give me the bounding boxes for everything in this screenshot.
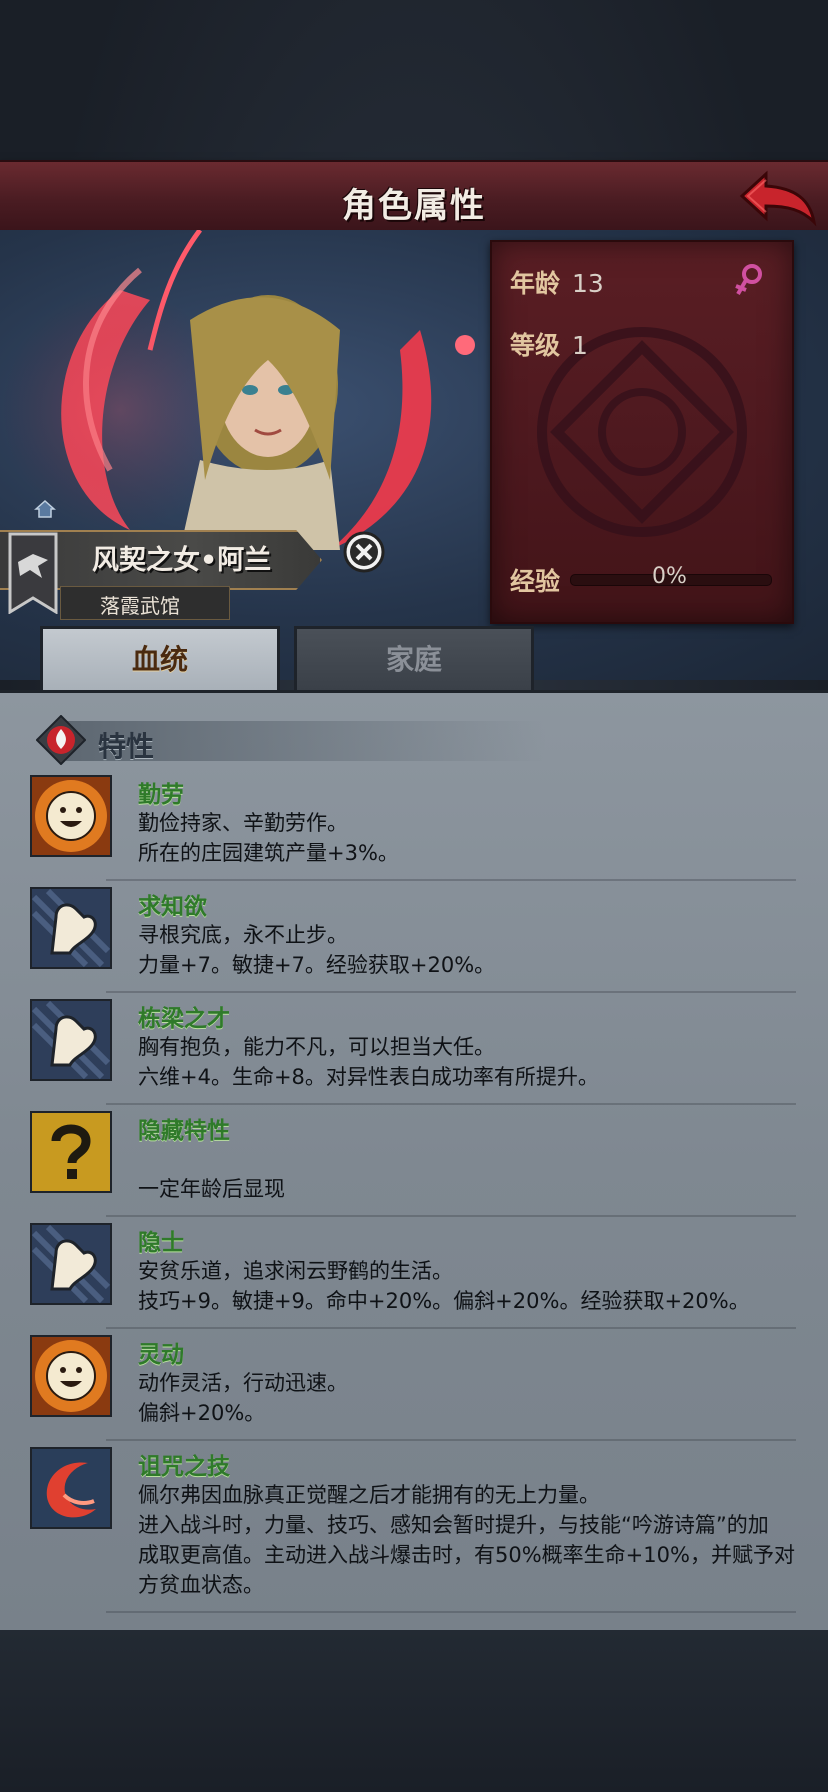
- character-portrait-area: 年龄 13 等级 1 经验 0% 风契之女•阿兰 落霞武馆: [0, 230, 828, 680]
- trait-name: 隐藏特性: [138, 1118, 230, 1144]
- page-title: 角色属性: [342, 186, 486, 226]
- trait-name: 诅咒之技: [138, 1454, 230, 1480]
- trait-description-line: 安贫乐道，追求闲云野鹤的生活。: [138, 1259, 453, 1283]
- muscle-arm-icon: [30, 999, 112, 1081]
- trait-description-line: 进入战斗时，力量、技巧、感知会暂时提升，与技能“吟游诗篇”的加: [138, 1513, 769, 1537]
- trait-item[interactable]: 隐士安贫乐道，追求闲云野鹤的生活。技巧+9。敏捷+9。命中+20%。偏斜+20%…: [30, 1223, 800, 1323]
- divider: [106, 1611, 796, 1613]
- back-arrow-icon[interactable]: [736, 166, 820, 228]
- trait-description-line: 寻根究底，永不止步。: [138, 923, 348, 947]
- trait-item[interactable]: 灵动动作灵活，行动迅速。 偏斜+20%。: [30, 1335, 800, 1435]
- traits-section-header: 特性: [36, 713, 546, 765]
- muscle-arm-icon: [30, 1223, 112, 1305]
- divider: [106, 1103, 796, 1105]
- flame-badge-icon: [36, 715, 86, 765]
- home-icon: [34, 499, 56, 518]
- trait-description-line: 方贫血状态。: [138, 1573, 264, 1597]
- trait-description-line: 一定年龄后显现: [138, 1177, 285, 1201]
- trait-item[interactable]: 栋梁之才胸有抱负，能力不凡，可以担当大任。六维+4。生命+8。对异性表白成功率有…: [30, 999, 800, 1099]
- tab-family[interactable]: 家庭: [294, 626, 534, 694]
- stats-panel: 年龄 13 等级 1 经验 0%: [490, 240, 794, 624]
- trait-description-line: 偏斜+20%。: [138, 1401, 266, 1425]
- trait-description-line: 勤俭持家、辛勤劳作。: [138, 811, 348, 835]
- age-row: 年龄 13: [510, 264, 604, 300]
- trait-description-line: 力量+7。敏捷+7。经验获取+20%。: [138, 953, 496, 977]
- title-bar: 角色属性: [0, 160, 828, 235]
- trait-description-line: 技巧+9。敏捷+9。命中+20%。偏斜+20%。经验获取+20%。: [138, 1289, 750, 1313]
- tab-bloodline[interactable]: 血统: [40, 626, 280, 691]
- trait-name: 栋梁之才: [138, 1006, 230, 1032]
- level-value: 1: [572, 331, 588, 360]
- trait-description-line: 动作灵活，行动迅速。: [138, 1371, 348, 1395]
- level-label: 等级: [510, 331, 561, 360]
- divider: [106, 1327, 796, 1329]
- muscle-arm-icon: [30, 887, 112, 969]
- trait-item[interactable]: 隐藏特性一定年龄后显现: [30, 1111, 800, 1211]
- guild-banner-icon: [8, 532, 58, 614]
- trait-name: 勤劳: [138, 782, 184, 808]
- trait-item[interactable]: 诅咒之技佩尔弗因血脉真正觉醒之后才能拥有的无上力量。进入战斗时，力量、技巧、感知…: [30, 1447, 800, 1607]
- divider: [106, 879, 796, 881]
- exp-label: 经验: [510, 567, 561, 596]
- age-label: 年龄: [510, 269, 561, 298]
- divider: [106, 1439, 796, 1441]
- smile-sun-icon: [30, 1335, 112, 1417]
- level-row: 等级 1: [510, 326, 588, 362]
- screen: 角色属性 年龄 13 等级 1 经验 0% 风契之女•阿兰 落霞武馆 血统 家庭…: [0, 0, 828, 1792]
- age-value: 13: [572, 269, 604, 298]
- exp-value: 0%: [652, 564, 687, 589]
- close-icon[interactable]: [342, 530, 386, 574]
- smile-sun-icon: [30, 775, 112, 857]
- trait-description-line: 佩尔弗因血脉真正觉醒之后才能拥有的无上力量。: [138, 1483, 600, 1507]
- guild-name: 落霞武馆: [100, 594, 180, 618]
- question-mark-icon: [30, 1111, 112, 1193]
- female-symbol-icon: [735, 264, 762, 295]
- traits-panel: 特性 勤劳勤俭持家、辛勤劳作。所在的庄园建筑产量+3%。 求知欲寻根究底，永不止步…: [0, 690, 828, 1633]
- character-name: 风契之女•阿兰: [92, 545, 272, 576]
- trait-name: 灵动: [138, 1342, 184, 1368]
- divider: [106, 1215, 796, 1217]
- section-title: 特性: [98, 730, 155, 763]
- divider: [106, 991, 796, 993]
- trait-item[interactable]: 勤劳勤俭持家、辛勤劳作。所在的庄园建筑产量+3%。: [30, 775, 800, 875]
- trait-name: 求知欲: [138, 894, 207, 920]
- crescent-flame-icon: [30, 1447, 112, 1529]
- trait-description-line: 胸有抱负，能力不凡，可以担当大任。: [138, 1035, 495, 1059]
- trait-description-line: 成取更高值。主动进入战斗爆击时，有50%概率生命+10%，并赋予对: [138, 1543, 795, 1567]
- trait-description-line: 所在的庄园建筑产量+3%。: [138, 841, 399, 865]
- tab-bar: 血统 家庭: [0, 620, 828, 694]
- trait-name: 隐士: [138, 1230, 184, 1256]
- trait-item[interactable]: 求知欲寻根究底，永不止步。力量+7。敏捷+7。经验获取+20%。: [30, 887, 800, 987]
- trait-description-line: 六维+4。生命+8。对异性表白成功率有所提升。: [138, 1065, 599, 1089]
- bottom-area: [0, 1630, 828, 1792]
